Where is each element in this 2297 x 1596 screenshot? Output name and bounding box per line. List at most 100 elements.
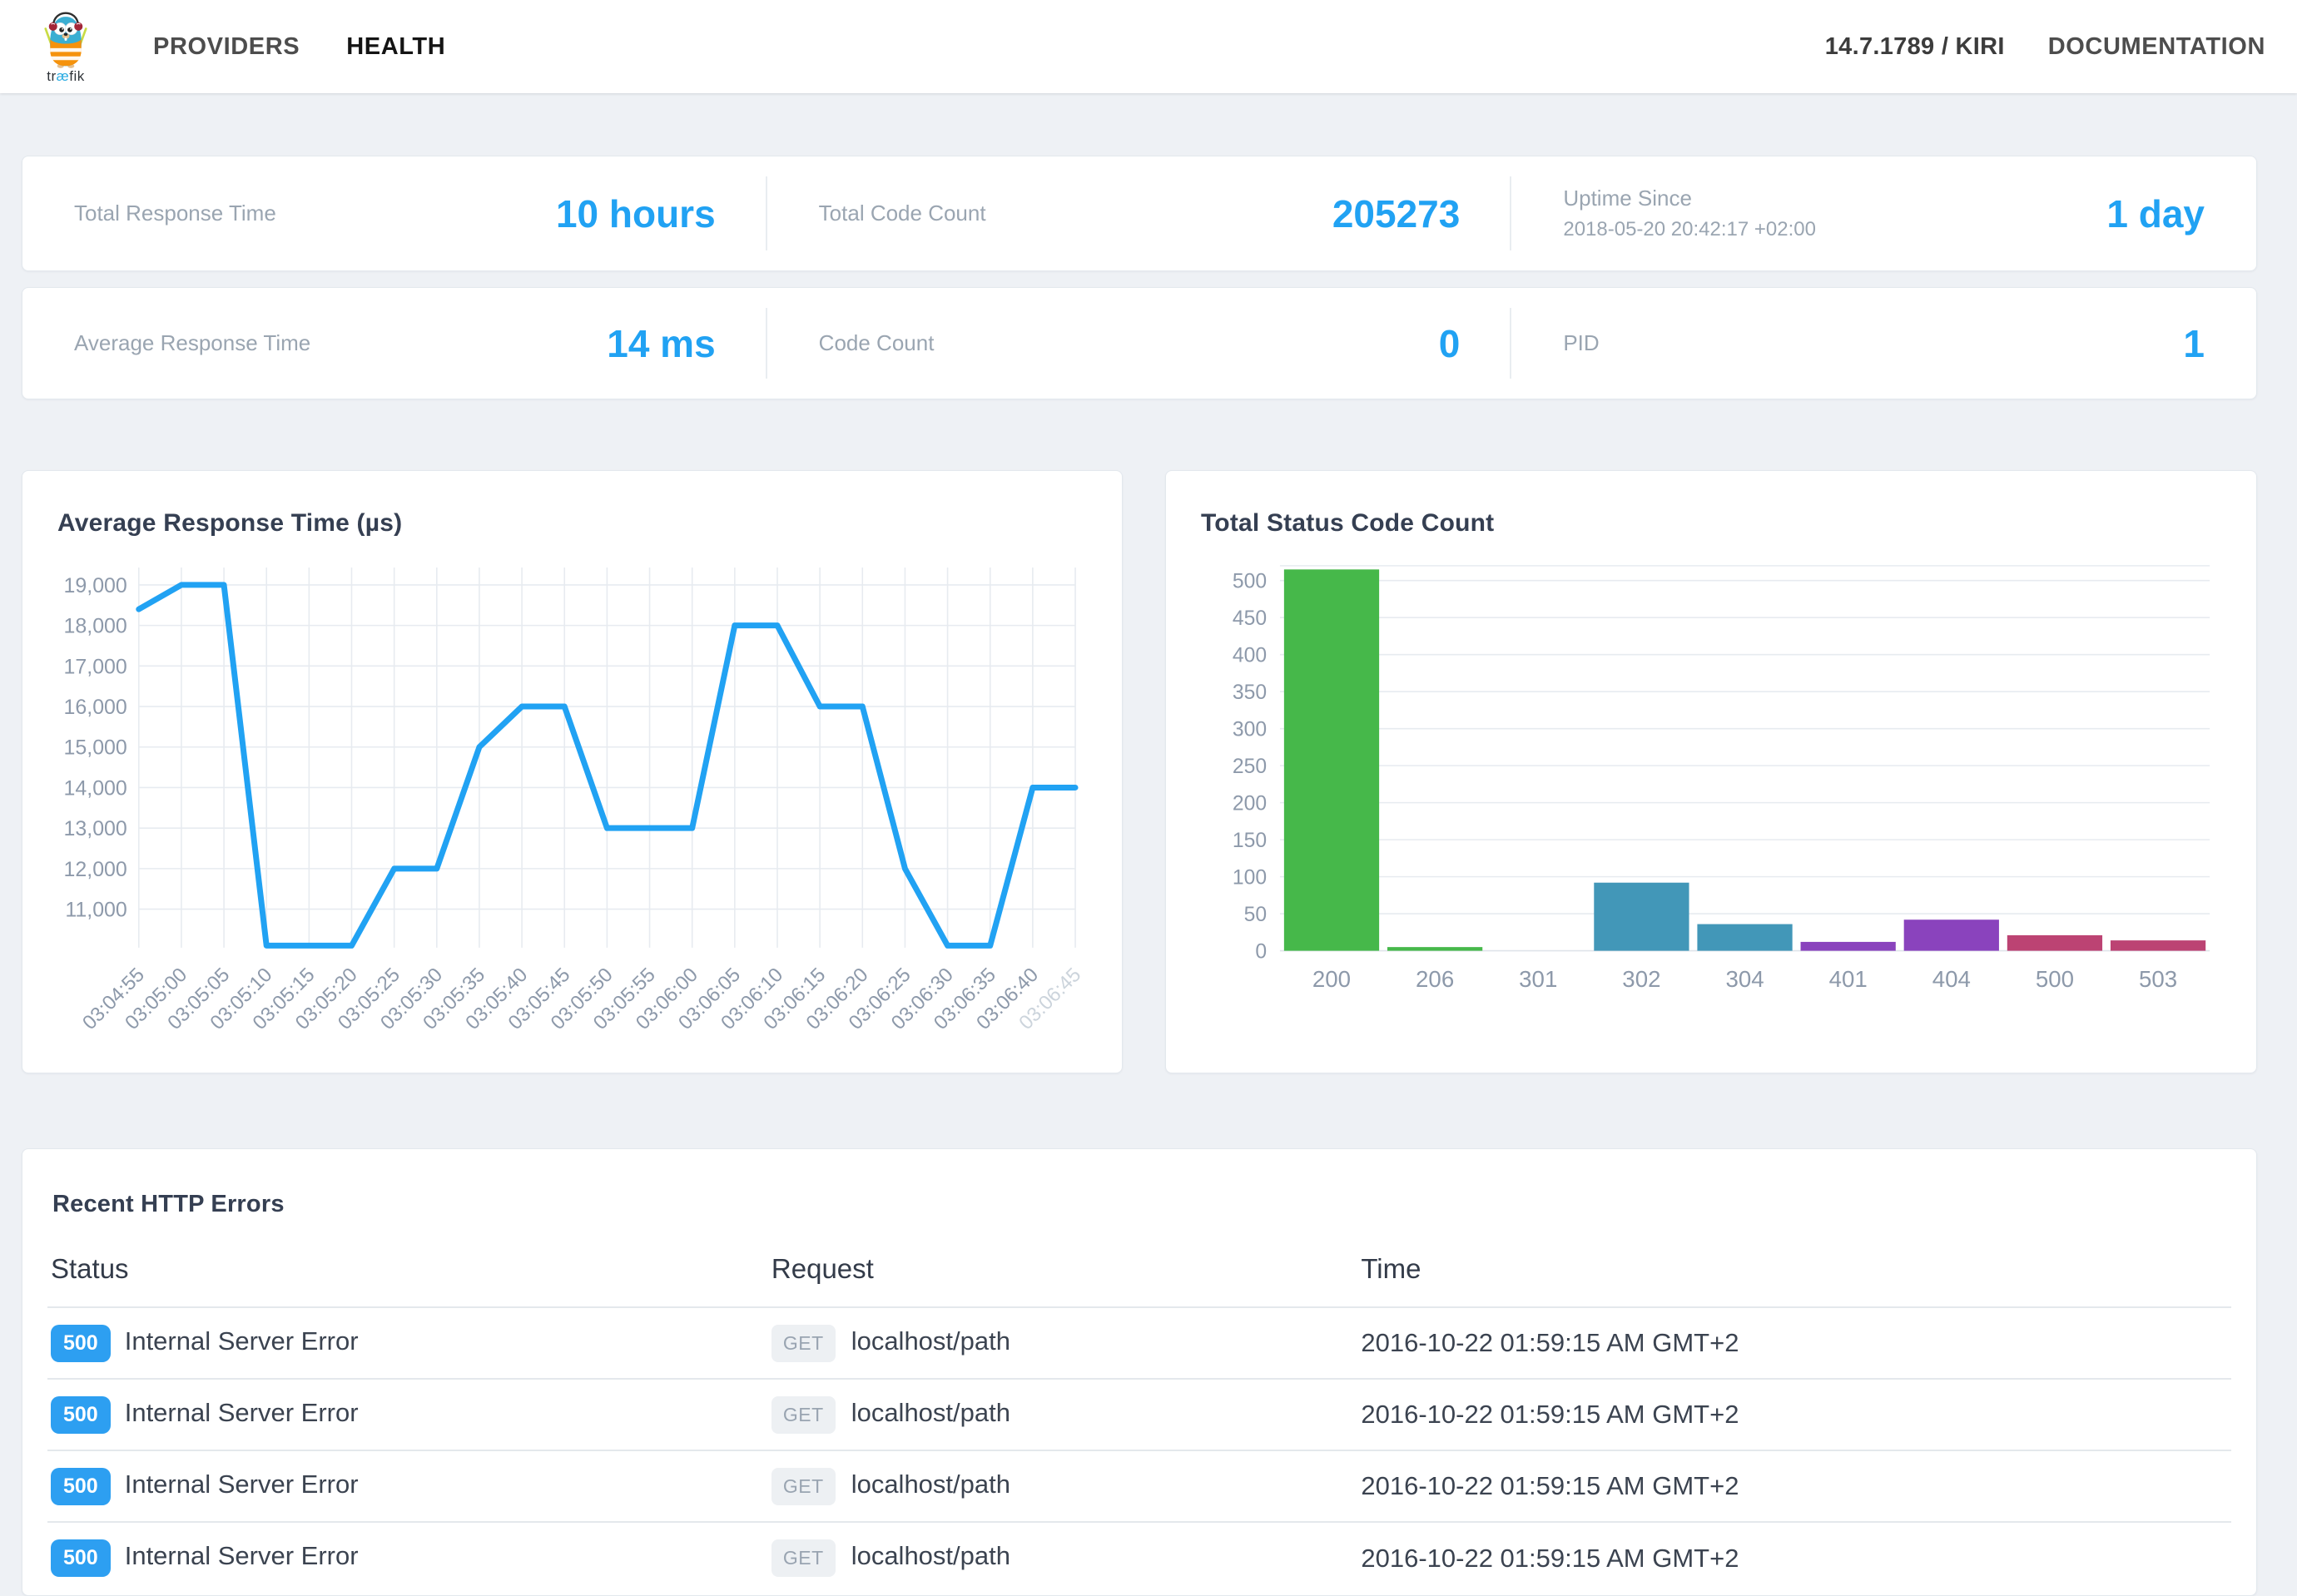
y-axis-tick-label: 15,000 <box>64 736 127 760</box>
stat-value: 1 day <box>2106 191 2205 236</box>
column-header-time: Time <box>1357 1240 2231 1307</box>
y-axis-tick-label: 17,000 <box>64 655 127 678</box>
error-time: 2016-10-22 01:59:15 AM GMT+2 <box>1357 1522 2231 1594</box>
stat-label: Average Response Time <box>74 330 310 356</box>
status-code-chart-card: Total Status Code Count 0501001502002503… <box>1165 470 2257 1073</box>
status-code-bar-206 <box>1387 947 1482 950</box>
status-code-bar-404 <box>1904 919 1999 950</box>
method-badge: GET <box>771 1468 836 1505</box>
chart-title: Average Response Time (µs) <box>57 509 1087 538</box>
x-axis-tick-label: 200 <box>1312 966 1351 992</box>
status-code-bar-200 <box>1284 569 1379 950</box>
line-chart-svg: 11,00012,00013,00014,00015,00016,00017,0… <box>57 558 1087 1066</box>
status-code-badge: 500 <box>51 1468 111 1505</box>
version-label: 14.7.1789 / KIRI <box>1825 33 2005 61</box>
y-axis-tick-label: 50 <box>1244 904 1267 926</box>
column-header-status: Status <box>47 1240 768 1307</box>
recent-errors-card: Recent HTTP Errors Status Request Time 5… <box>22 1148 2257 1596</box>
response-time-line-chart[interactable]: 11,00012,00013,00014,00015,00016,00017,0… <box>57 558 1087 1066</box>
charts-row: Average Response Time (µs) 11,00012,0001… <box>22 470 2257 1073</box>
y-axis-tick-label: 13,000 <box>64 817 127 840</box>
line-chart-grid <box>139 568 1075 948</box>
stat-value: 0 <box>1439 321 1461 366</box>
y-axis-tick-label: 500 <box>1233 571 1267 593</box>
y-axis-tick-label: 16,000 <box>64 696 127 719</box>
stat-value: 10 hours <box>556 191 716 236</box>
response-time-chart-card: Average Response Time (µs) 11,00012,0001… <box>22 470 1123 1073</box>
y-axis-tick-label: 14,000 <box>64 776 127 800</box>
x-axis-tick-label: 304 <box>1725 966 1764 992</box>
y-axis-tick-label: 11,000 <box>65 899 127 922</box>
request-path: localhost/path <box>851 1541 1010 1570</box>
y-axis-tick-label: 300 <box>1233 719 1267 741</box>
status-code-bar-503 <box>2111 940 2205 950</box>
table-row: 500 Internal Server Error GET localhost/pa… <box>47 1307 2231 1379</box>
stat-total-code-count: Total Code Count 205273 <box>767 156 1512 270</box>
table-row: 500Internal Server Error GETlocalhost/pa… <box>47 1522 2231 1594</box>
stat-uptime-since: Uptime Since 2018-05-20 20:42:17 +02:00 … <box>1511 156 2256 270</box>
error-time: 2016-10-22 01:59:15 AM GMT+2 <box>1357 1307 2231 1379</box>
x-axis-tick-label: 503 <box>2139 966 2177 992</box>
x-axis-tick-label: 302 <box>1622 966 1660 992</box>
nav-link-health[interactable]: HEALTH <box>346 33 445 61</box>
traefik-logo-text: træfik <box>47 69 85 83</box>
status-message: Internal Server Error <box>125 1398 359 1427</box>
stat-value: 1 <box>2183 321 2205 366</box>
errors-table: Status Request Time 500 Internal Server E… <box>47 1240 2231 1594</box>
stat-value: 205273 <box>1332 191 1461 236</box>
traefik-logo[interactable]: træfik <box>28 11 103 83</box>
table-row: 500 Internal Server Error GET localhost/pa… <box>47 1379 2231 1450</box>
bar-chart-grid <box>1280 566 2210 951</box>
stats-row-primary: Total Response Time 10 hours Total Code … <box>22 156 2257 271</box>
stat-average-response-time: Average Response Time 14 ms <box>22 288 767 399</box>
request-path: localhost/path <box>851 1398 1010 1427</box>
x-axis-tick-label: 401 <box>1829 966 1868 992</box>
column-header-request: Request <box>768 1240 1357 1307</box>
y-axis-tick-label: 19,000 <box>64 574 127 597</box>
y-axis-tick-label: 400 <box>1233 645 1267 667</box>
recent-errors-title: Recent HTTP Errors <box>47 1149 2231 1218</box>
error-time: 2016-10-22 01:59:15 AM GMT+2 <box>1357 1379 2231 1450</box>
status-message: Internal Server Error <box>125 1470 359 1499</box>
stat-label: Total Code Count <box>819 201 986 226</box>
nav-link-providers[interactable]: PROVIDERS <box>153 33 300 61</box>
stat-label: PID <box>1563 330 1599 356</box>
stat-label: Total Response Time <box>74 201 276 226</box>
x-axis-tick-label: 301 <box>1519 966 1557 992</box>
y-axis-tick-label: 150 <box>1233 830 1267 852</box>
table-row: 500Internal Server Error GETlocalhost/pa… <box>47 1450 2231 1522</box>
stat-label: Code Count <box>819 330 935 356</box>
status-code-bar-500 <box>2007 935 2102 951</box>
navbar-right: 14.7.1789 / KIRI DOCUMENTATION <box>1825 33 2265 61</box>
stat-sublabel: 2018-05-20 20:42:17 +02:00 <box>1563 218 1816 241</box>
y-axis-tick-label: 200 <box>1233 793 1267 815</box>
y-axis-tick-label: 18,000 <box>64 615 127 638</box>
request-path: localhost/path <box>851 1326 1010 1356</box>
status-code-bar-chart[interactable]: 0501001502002503003504004505002002063013… <box>1201 558 2221 1061</box>
navbar: træfik PROVIDERS HEALTH 14.7.1789 / KIRI… <box>0 0 2297 93</box>
x-axis-tick-label: 500 <box>2036 966 2074 992</box>
stat-value: 14 ms <box>607 321 715 366</box>
stats-row-secondary: Average Response Time 14 ms Code Count 0… <box>22 287 2257 399</box>
status-code-bar-401 <box>1801 942 1896 951</box>
status-code-badge: 500 <box>51 1325 111 1362</box>
error-time: 2016-10-22 01:59:15 AM GMT+2 <box>1357 1450 2231 1522</box>
x-axis-labels: 03:04:5503:05:0003:05:0503:05:1003:05:15… <box>78 964 1085 1034</box>
method-badge: GET <box>771 1396 836 1434</box>
stat-code-count: Code Count 0 <box>767 288 1512 399</box>
traefik-gopher-icon <box>42 11 89 69</box>
status-message: Internal Server Error <box>125 1326 359 1356</box>
y-axis-tick-label: 350 <box>1233 682 1267 704</box>
x-axis-tick-label: 404 <box>1932 966 1971 992</box>
method-badge: GET <box>771 1539 836 1577</box>
main-nav: PROVIDERS HEALTH <box>153 33 445 61</box>
health-page: Total Response Time 10 hours Total Code … <box>0 93 2297 1596</box>
nav-link-documentation[interactable]: DOCUMENTATION <box>2048 33 2265 61</box>
stat-pid: PID 1 <box>1511 288 2256 399</box>
method-badge: GET <box>771 1325 836 1362</box>
y-axis-tick-label: 100 <box>1233 867 1267 890</box>
bar-chart-svg: 0501001502002503003504004505002002063013… <box>1201 558 2221 1061</box>
status-code-badge: 500 <box>51 1396 111 1434</box>
y-axis-tick-label: 450 <box>1233 607 1267 630</box>
status-message: Internal Server Error <box>125 1541 359 1570</box>
